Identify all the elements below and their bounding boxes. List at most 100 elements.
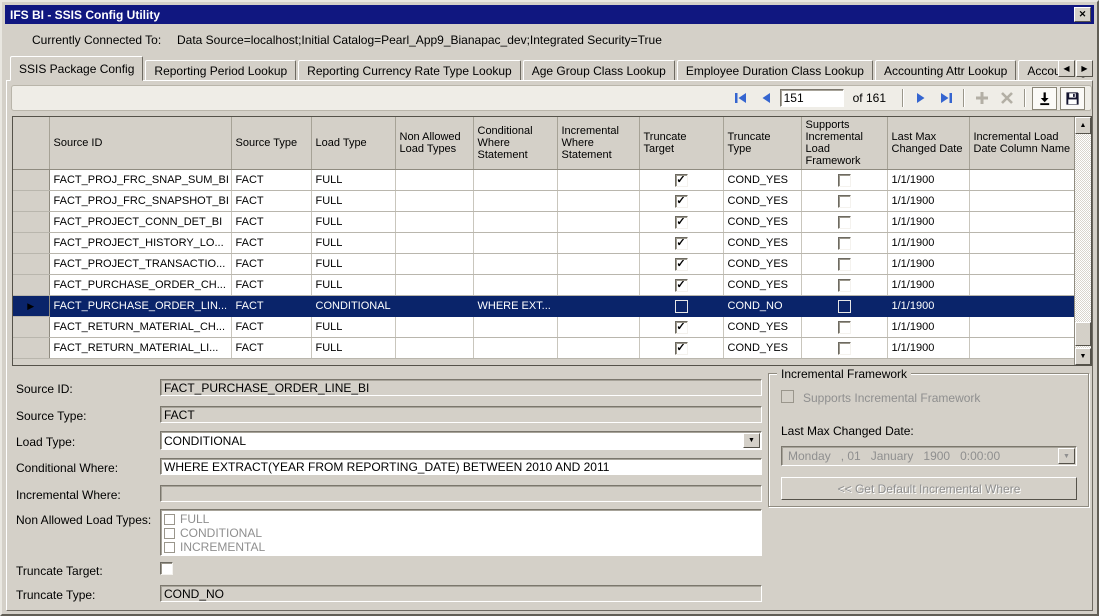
cell-conditional-where[interactable] — [473, 233, 557, 254]
cell-load-type[interactable]: FULL — [311, 212, 395, 233]
truncate-target-checkbox[interactable]: ✓ — [675, 342, 688, 355]
column-header-supports-incremental-load-framework[interactable]: Supports Incremental Load Framework — [801, 117, 887, 170]
cell-conditional-where[interactable] — [473, 254, 557, 275]
truncate-target-checkbox[interactable] — [160, 562, 173, 575]
cell-incremental-where[interactable] — [557, 317, 639, 338]
cell-supports-incremental[interactable] — [801, 254, 887, 275]
list-item-full[interactable]: FULL — [164, 512, 761, 526]
cell-source-type[interactable]: FACT — [231, 296, 311, 317]
conditional-where-field[interactable]: WHERE EXTRACT(YEAR FROM REPORTING_DATE) … — [160, 458, 762, 475]
truncate-target-checkbox[interactable] — [675, 300, 688, 313]
cell-incremental-load-date-column[interactable] — [969, 275, 1075, 296]
cell-incremental-where[interactable] — [557, 170, 639, 191]
cell-non-allowed[interactable] — [395, 212, 473, 233]
row-selector-cell[interactable] — [13, 275, 49, 296]
row-selector-cell[interactable] — [13, 170, 49, 191]
cell-last-max-changed[interactable]: 1/1/1900 — [887, 233, 969, 254]
truncate-type-field[interactable]: COND_NO — [160, 585, 762, 602]
column-header-last-max-changed-date[interactable]: Last Max Changed Date — [887, 117, 969, 170]
cell-source-id[interactable]: FACT_RETURN_MATERIAL_LI... — [49, 338, 231, 359]
cell-incremental-load-date-column[interactable] — [969, 191, 1075, 212]
cell-load-type[interactable]: FULL — [311, 254, 395, 275]
load-type-combobox[interactable]: CONDITIONAL ▼ — [160, 431, 762, 450]
table-row[interactable]: FACT_PROJ_FRC_SNAPSHOT_BIFACTFULL✓COND_Y… — [13, 191, 1075, 212]
cell-last-max-changed[interactable]: 1/1/1900 — [887, 254, 969, 275]
truncate-target-checkbox[interactable]: ✓ — [675, 237, 688, 250]
cell-truncate-type[interactable]: COND_YES — [723, 275, 801, 296]
last-record-button[interactable] — [935, 88, 957, 108]
supports-incremental-checkbox[interactable] — [838, 237, 851, 250]
table-row[interactable]: FACT_PURCHASE_ORDER_CH...FACTFULL✓COND_Y… — [13, 275, 1075, 296]
cell-truncate-type[interactable]: COND_NO — [723, 296, 801, 317]
cell-non-allowed[interactable] — [395, 254, 473, 275]
column-header-truncate-type[interactable]: Truncate Type — [723, 117, 801, 170]
cell-source-id[interactable]: FACT_PROJECT_TRANSACTIO... — [49, 254, 231, 275]
cell-incremental-load-date-column[interactable] — [969, 233, 1075, 254]
cell-load-type[interactable]: FULL — [311, 191, 395, 212]
cell-truncate-target[interactable]: ✓ — [639, 233, 723, 254]
grid-vertical-scrollbar[interactable]: ▲ ▼ — [1074, 117, 1091, 365]
tab-employee-duration-class-lookup[interactable]: Employee Duration Class Lookup — [677, 60, 873, 81]
cell-last-max-changed[interactable]: 1/1/1900 — [887, 317, 969, 338]
column-header-non-allowed-load-types[interactable]: Non Allowed Load Types — [395, 117, 473, 170]
cell-truncate-type[interactable]: COND_YES — [723, 170, 801, 191]
cell-non-allowed[interactable] — [395, 170, 473, 191]
cell-incremental-where[interactable] — [557, 254, 639, 275]
cell-load-type[interactable]: FULL — [311, 170, 395, 191]
column-header-load-type[interactable]: Load Type — [311, 117, 395, 170]
conditional-checkbox[interactable] — [164, 528, 175, 539]
cell-source-type[interactable]: FACT — [231, 191, 311, 212]
cell-incremental-load-date-column[interactable] — [969, 317, 1075, 338]
table-row[interactable]: FACT_PROJECT_CONN_DET_BIFACTFULL✓COND_YE… — [13, 212, 1075, 233]
supports-incremental-checkbox[interactable] — [838, 258, 851, 271]
row-selector-cell[interactable] — [13, 191, 49, 212]
scrollbar-thumb[interactable] — [1075, 322, 1091, 346]
scroll-up-button[interactable]: ▲ — [1075, 117, 1091, 134]
cell-incremental-where[interactable] — [557, 275, 639, 296]
table-row[interactable]: FACT_PROJECT_HISTORY_LO...FACTFULL✓COND_… — [13, 233, 1075, 254]
supports-incremental-checkbox[interactable] — [838, 174, 851, 187]
cell-source-type[interactable]: FACT — [231, 338, 311, 359]
cell-source-type[interactable]: FACT — [231, 317, 311, 338]
column-header-incremental-load-date-column-name[interactable]: Incremental Load Date Column Name — [969, 117, 1075, 170]
truncate-target-checkbox[interactable]: ✓ — [675, 174, 688, 187]
source-type-field[interactable]: FACT — [160, 406, 762, 423]
table-row[interactable]: FACT_RETURN_MATERIAL_LI...FACTFULL✓COND_… — [13, 338, 1075, 359]
non-allowed-load-types-listbox[interactable]: FULLCONDITIONALINCREMENTAL — [160, 509, 762, 556]
row-selector-cell[interactable] — [13, 254, 49, 275]
cell-source-type[interactable]: FACT — [231, 275, 311, 296]
cell-incremental-where[interactable] — [557, 212, 639, 233]
row-selector-cell[interactable]: ▶ — [13, 296, 49, 317]
save-button[interactable] — [1060, 87, 1085, 110]
cell-non-allowed[interactable] — [395, 296, 473, 317]
full-checkbox[interactable] — [164, 514, 175, 525]
cell-conditional-where[interactable] — [473, 275, 557, 296]
cell-source-type[interactable]: FACT — [231, 233, 311, 254]
cell-truncate-type[interactable]: COND_YES — [723, 191, 801, 212]
cell-truncate-type[interactable]: COND_YES — [723, 233, 801, 254]
cell-supports-incremental[interactable] — [801, 212, 887, 233]
list-item-conditional[interactable]: CONDITIONAL — [164, 526, 761, 540]
cell-conditional-where[interactable] — [473, 170, 557, 191]
cell-incremental-where[interactable] — [557, 191, 639, 212]
supports-incremental-checkbox[interactable] — [838, 321, 851, 334]
cell-source-type[interactable]: FACT — [231, 254, 311, 275]
cell-incremental-where[interactable] — [557, 338, 639, 359]
first-record-button[interactable] — [730, 88, 752, 108]
cell-non-allowed[interactable] — [395, 275, 473, 296]
date-dropdown-button[interactable]: ▼ — [1058, 448, 1075, 464]
list-item-incremental[interactable]: INCREMENTAL — [164, 540, 761, 554]
delete-record-button[interactable] — [996, 88, 1018, 108]
cell-source-type[interactable]: FACT — [231, 170, 311, 191]
truncate-target-checkbox[interactable]: ✓ — [675, 321, 688, 334]
cell-supports-incremental[interactable] — [801, 275, 887, 296]
column-header-truncate-target[interactable]: Truncate Target — [639, 117, 723, 170]
cell-source-id[interactable]: FACT_PURCHASE_ORDER_LIN... — [49, 296, 231, 317]
cell-truncate-target[interactable]: ✓ — [639, 317, 723, 338]
next-record-button[interactable] — [910, 88, 932, 108]
grid-corner-cell[interactable] — [13, 117, 49, 170]
cell-truncate-type[interactable]: COND_YES — [723, 338, 801, 359]
cell-non-allowed[interactable] — [395, 233, 473, 254]
cell-source-id[interactable]: FACT_PROJECT_CONN_DET_BI — [49, 212, 231, 233]
cell-truncate-target[interactable]: ✓ — [639, 191, 723, 212]
